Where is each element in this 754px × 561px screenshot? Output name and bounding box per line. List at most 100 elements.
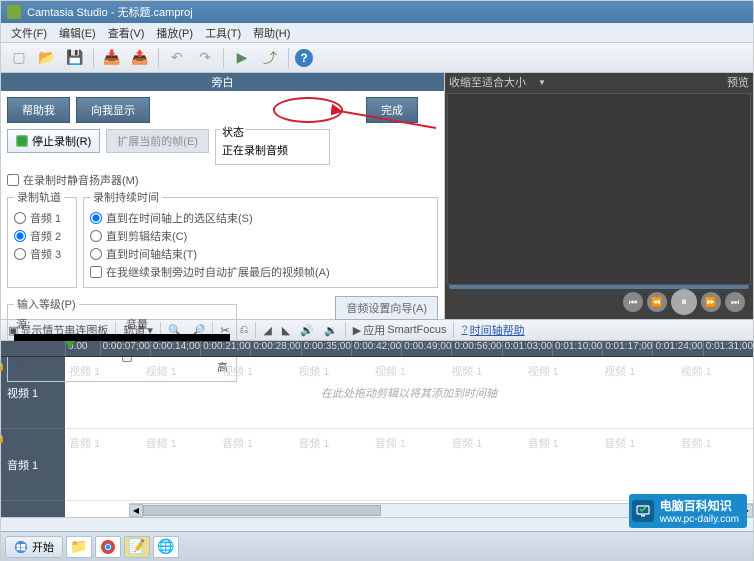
ruler-tick: 0:00:35;00 <box>301 341 351 356</box>
help-icon[interactable]: ? <box>295 49 313 67</box>
help-me-button[interactable]: 帮助我 <box>7 97 70 123</box>
start-label: 开始 <box>32 539 54 555</box>
save-icon[interactable]: 💾 <box>63 46 87 70</box>
track-3-radio[interactable] <box>14 248 26 260</box>
menu-edit[interactable]: 编辑(E) <box>53 23 102 43</box>
new-icon[interactable]: ▢ <box>7 46 31 70</box>
menu-view[interactable]: 查看(V) <box>102 23 151 43</box>
menu-play[interactable]: 播放(P) <box>150 23 199 43</box>
track-bg-label: 视频 1 <box>447 363 523 379</box>
lock-icon[interactable]: 🔒 <box>0 361 3 371</box>
volume-label: 音量 <box>126 316 148 332</box>
play-pause-icon[interactable]: ⏸ <box>671 289 697 315</box>
open-icon[interactable]: 📂 <box>35 46 59 70</box>
track-3-label: 音频 3 <box>30 246 61 262</box>
video-track-header[interactable]: 🔒 视频 1 <box>1 357 65 429</box>
track-2-radio[interactable] <box>14 230 26 242</box>
step-back-icon[interactable]: ⏪ <box>647 292 667 312</box>
preview-viewport <box>447 93 751 285</box>
track-1-radio[interactable] <box>14 212 26 224</box>
export-icon[interactable]: 📤 <box>128 46 152 70</box>
playhead-marker-icon[interactable] <box>65 341 75 349</box>
auto-extend-checkbox[interactable] <box>90 266 102 278</box>
source-label: 源: <box>16 316 30 332</box>
redo-icon[interactable]: ↷ <box>193 46 217 70</box>
stop-record-button[interactable]: 停止录制(R) <box>7 129 100 153</box>
zoom-dropdown[interactable]: 收缩至适合大小 ▼ <box>449 74 546 90</box>
audio-track-header[interactable]: 🔒 音频 1 <box>1 429 65 501</box>
menu-file[interactable]: 文件(F) <box>5 23 53 43</box>
audio-wizard-button[interactable]: 音频设置向导(A) <box>335 296 438 320</box>
watermark-badge: 电脑百科知识 www.pc-daily.com <box>629 494 747 528</box>
toolbar-separator <box>223 48 224 68</box>
task-globe-icon[interactable]: 🌐 <box>153 536 179 558</box>
menu-help[interactable]: 帮助(H) <box>247 23 296 43</box>
preview-header: 收缩至适合大小 ▼ 预览 <box>445 73 753 91</box>
ruler-tick: 0:01:24;00 <box>652 341 702 356</box>
taskbar: 开始 📁 📝 🌐 <box>1 531 753 561</box>
mute-speakers-label: 在录制时静音扬声器(M) <box>23 172 139 188</box>
ruler-tick: 0:00:21;00 <box>200 341 250 356</box>
toolbar-separator <box>288 48 289 68</box>
share-icon[interactable]: ⤴ <box>258 46 282 70</box>
scrollbar-thumb[interactable] <box>143 505 381 516</box>
duration-selection-radio[interactable] <box>90 212 102 224</box>
menu-tools[interactable]: 工具(T) <box>199 23 247 43</box>
toolbar-separator <box>158 48 159 68</box>
ruler-tick: 0:00:49;00 <box>401 341 451 356</box>
watermark-title: 电脑百科知识 <box>660 499 732 513</box>
track-bg-label: 音频 1 <box>524 435 600 451</box>
stop-record-label: 停止录制(R) <box>32 133 91 149</box>
duration-timeline-radio[interactable] <box>90 248 102 260</box>
audio-track-row[interactable]: 音频 1音频 1音频 1音频 1音频 1音频 1音频 1音频 1音频 1 <box>65 429 753 501</box>
title-bar: Camtasia Studio - 无标题.camproj <box>1 1 753 23</box>
toolbar-separator <box>93 48 94 68</box>
task-chrome-icon[interactable] <box>95 536 121 558</box>
record-track-group: 录制轨道 音频 1 音频 2 音频 3 <box>7 189 77 288</box>
ruler-tick: 0:01:17;00 <box>602 341 652 356</box>
step-fwd-icon[interactable]: ⏩ <box>701 292 721 312</box>
track-headers: 🔒 视频 1 🔒 音频 1 <box>1 357 65 517</box>
start-button[interactable]: 开始 <box>5 536 63 558</box>
task-explorer-icon[interactable]: 📁 <box>66 536 92 558</box>
duration-clip-radio[interactable] <box>90 230 102 242</box>
record-duration-group: 录制持续时间 直到在时间轴上的选区结束(S) 直到剪辑结束(C) 直到时间轴结束… <box>83 189 438 288</box>
timeline-ruler[interactable]: 0.000:00:07;000:00:14;000:00:21;000:00:2… <box>1 341 753 357</box>
record-duration-legend: 录制持续时间 <box>90 189 162 205</box>
preview-progress-bar[interactable] <box>449 285 749 289</box>
lock-icon[interactable]: 🔒 <box>0 433 3 443</box>
track-bg-label: 视频 1 <box>65 363 141 379</box>
prev-clip-icon[interactable]: ⏮ <box>623 292 643 312</box>
ruler-tick: 0:00:28;00 <box>250 341 300 356</box>
produce-icon[interactable]: ▶ <box>230 46 254 70</box>
undo-icon[interactable]: ↶ <box>165 46 189 70</box>
ruler-tick: 0:01:31;00 <box>703 341 753 356</box>
import-icon[interactable]: 📥 <box>100 46 124 70</box>
task-note-icon[interactable]: 📝 <box>124 536 150 558</box>
watermark-url: www.pc-daily.com <box>660 514 739 525</box>
narration-panel: 旁白 帮助我 向我显示 完成 停止录制(R) 扩展当前的帧(E) 状态 正在录制… <box>1 73 445 319</box>
ruler-tick: 0:00:14;00 <box>150 341 200 356</box>
track-bg-label: 音频 1 <box>677 435 753 451</box>
video-track-row[interactable]: 视频 1视频 1视频 1视频 1视频 1视频 1视频 1视频 1视频 1 在此处… <box>65 357 753 429</box>
monitor-icon <box>632 500 654 522</box>
ruler-tick: 0:00:56;00 <box>451 341 501 356</box>
track-bg-label: 音频 1 <box>65 435 141 451</box>
status-text: 正在录制音频 <box>222 142 323 158</box>
scroll-left-icon[interactable]: ◀ <box>129 504 143 517</box>
next-clip-icon[interactable]: ⏭ <box>725 292 745 312</box>
finish-button[interactable]: 完成 <box>366 97 418 123</box>
track-bg-label: 音频 1 <box>294 435 370 451</box>
duration-clip-label: 直到剪辑结束(C) <box>106 228 187 244</box>
track-bg-label: 视频 1 <box>141 363 217 379</box>
narration-header: 旁白 <box>1 73 444 91</box>
show-me-button[interactable]: 向我显示 <box>76 97 150 123</box>
track-bg-label: 视频 1 <box>218 363 294 379</box>
timeline-help-link[interactable]: ? 时间轴帮助 <box>458 322 527 338</box>
track-bg-label: 音频 1 <box>218 435 294 451</box>
timeline-help-label: 时间轴帮助 <box>470 322 525 338</box>
main-toolbar: ▢ 📂 💾 📥 📤 ↶ ↷ ▶ ⤴ ? <box>1 43 753 73</box>
ruler-tick: 0:00:42;00 <box>351 341 401 356</box>
mute-speakers-checkbox[interactable] <box>7 174 19 186</box>
track-body[interactable]: 视频 1视频 1视频 1视频 1视频 1视频 1视频 1视频 1视频 1 在此处… <box>65 357 753 517</box>
